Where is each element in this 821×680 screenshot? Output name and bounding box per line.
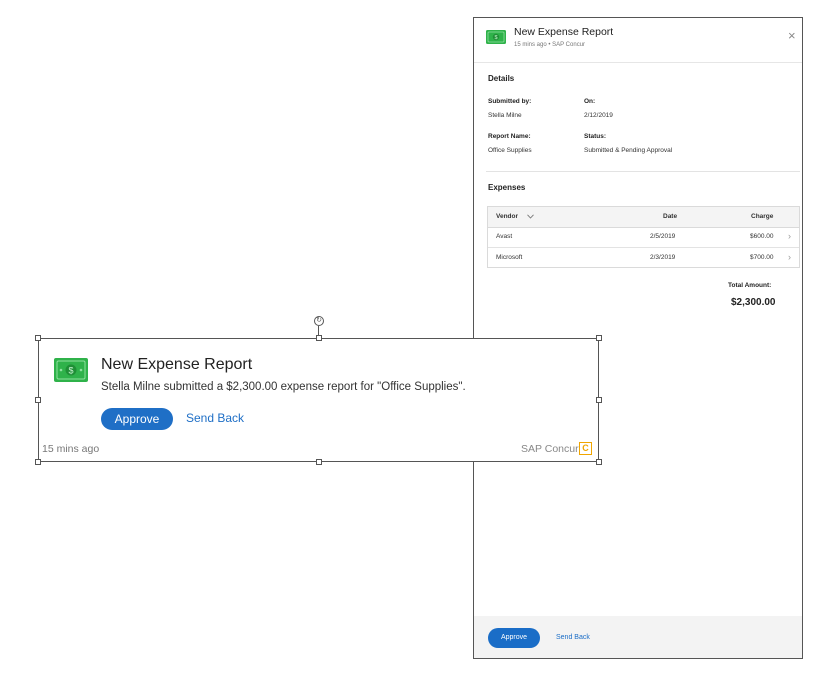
status-label: Status: xyxy=(584,133,607,140)
chevron-right-icon[interactable]: › xyxy=(788,231,791,241)
column-header-date: Date xyxy=(663,213,678,220)
resize-handle-bottom-left[interactable] xyxy=(35,459,41,465)
resize-handle-left[interactable] xyxy=(35,397,41,403)
resize-handle-top-left[interactable] xyxy=(35,335,41,341)
charge-cell: $600.00 xyxy=(750,233,774,240)
panel-subtitle: 15 mins ago • SAP Concur xyxy=(514,42,586,48)
send-back-button[interactable]: Send Back xyxy=(186,411,244,425)
total-amount-label: Total Amount: xyxy=(728,282,772,289)
chevron-right-icon[interactable]: › xyxy=(788,252,791,262)
resize-handle-bottom-right[interactable] xyxy=(596,459,602,465)
panel-title: New Expense Report xyxy=(514,26,614,38)
toast-source: SAP Concur xyxy=(521,443,579,455)
column-header-charge: Charge xyxy=(751,213,774,220)
panel-footer: Approve Send Back xyxy=(474,616,802,658)
resize-handle-right[interactable] xyxy=(596,397,602,403)
toast-message: Stella Milne submitted a $2,300.00 expen… xyxy=(101,381,466,393)
total-amount-value: $2,300.00 xyxy=(731,297,776,308)
status-value: Submitted & Pending Approval xyxy=(584,147,673,154)
expenses-table: Vendor Date Charge Avast 2/5/2019 $600.0… xyxy=(487,206,800,268)
svg-text:$: $ xyxy=(494,35,497,41)
on-value: 2/12/2019 xyxy=(584,112,613,119)
table-row[interactable]: Avast 2/5/2019 $600.00 › xyxy=(488,227,799,247)
charge-cell: $700.00 xyxy=(750,254,774,261)
date-cell: 2/5/2019 xyxy=(650,233,676,240)
vendor-cell: Avast xyxy=(496,233,513,240)
sap-concur-logo: C xyxy=(579,442,592,455)
section-divider xyxy=(486,171,800,172)
report-name-label: Report Name: xyxy=(488,133,531,140)
table-row[interactable]: Microsoft 2/3/2019 $700.00 › xyxy=(488,247,799,268)
submitted-by-label: Submitted by: xyxy=(488,98,532,105)
submitted-by-value: Stella Milne xyxy=(488,112,522,119)
resize-handle-top[interactable] xyxy=(316,335,322,341)
expenses-heading: Expenses xyxy=(488,183,526,192)
resize-handle-bottom[interactable] xyxy=(316,459,322,465)
approve-button[interactable]: Approve xyxy=(101,408,173,430)
rotate-icon[interactable]: ↻ xyxy=(314,316,324,326)
date-cell: 2/3/2019 xyxy=(650,254,676,261)
toast-title: New Expense Report xyxy=(101,356,253,373)
toast-timestamp: 15 mins ago xyxy=(42,443,100,455)
column-header-vendor[interactable]: Vendor xyxy=(496,213,518,220)
report-name-value: Office Supplies xyxy=(488,147,532,154)
on-label: On: xyxy=(584,98,596,105)
vendor-cell: Microsoft xyxy=(496,254,523,261)
close-icon[interactable]: × xyxy=(788,29,796,42)
chevron-down-icon[interactable] xyxy=(527,214,534,219)
money-icon: $ xyxy=(54,358,88,382)
money-icon: $ xyxy=(486,30,506,44)
table-header: Vendor Date Charge xyxy=(488,207,799,228)
panel-header: $ New Expense Report 15 mins ago • SAP C… xyxy=(474,18,802,63)
svg-text:$: $ xyxy=(68,366,73,376)
approve-button[interactable]: Approve xyxy=(488,628,540,648)
details-heading: Details xyxy=(488,74,515,83)
send-back-button[interactable]: Send Back xyxy=(556,634,590,641)
resize-handle-top-right[interactable] xyxy=(596,335,602,341)
